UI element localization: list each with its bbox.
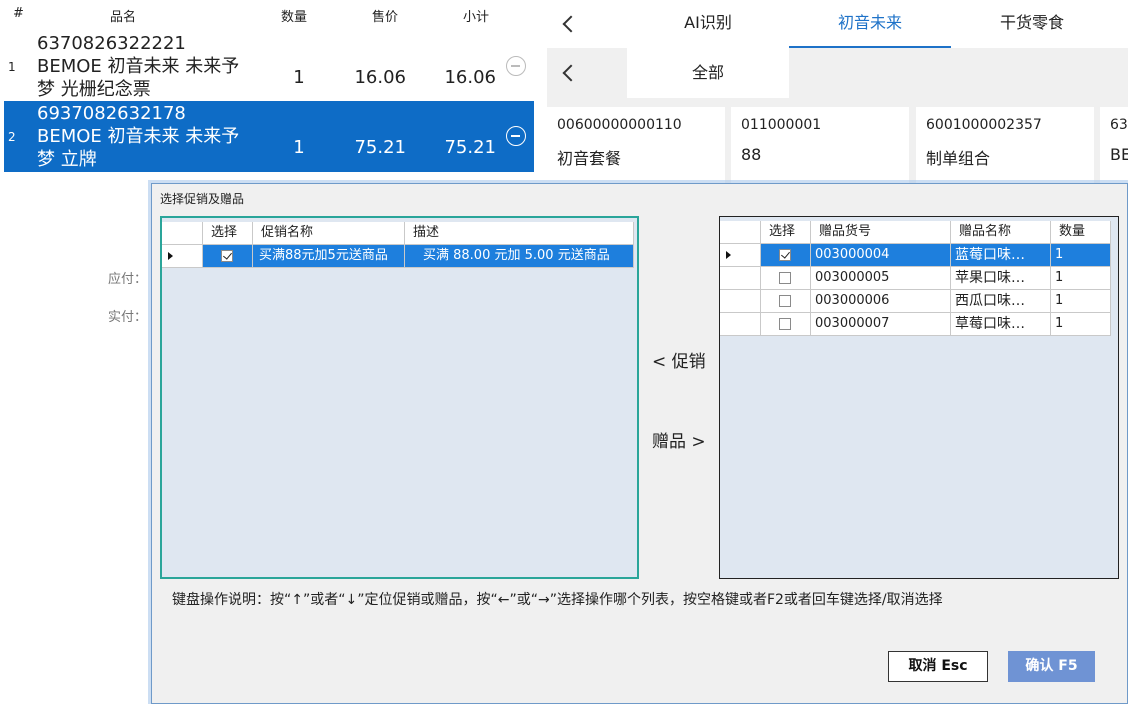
promo-gift-dialog: 选择促销及赠品 选择 促销名称 描述 买满88元加5元送商品 买满 88.00 … [151,183,1128,704]
gift-row-indicator [720,267,761,290]
product-code: 011000001 [741,117,822,133]
gift-code-cell[interactable]: 003000007 [811,313,951,336]
cancel-button[interactable]: 取消 Esc [888,651,988,682]
row-name: 6370826322221 BEMOE 初音未来 未来予梦 光栅纪念票 [37,33,240,100]
subcategory-bar: 全部 [547,48,1128,98]
product-name: 制单组合 [926,149,991,168]
col-price: 售价 [372,10,399,25]
product-card[interactable]: 6001000002357 制单组合 [916,107,1094,187]
gift-row-indicator [720,290,761,313]
row-index: 1 [8,60,16,74]
row-qty: 1 [293,67,305,88]
row-price: 16.06 [354,67,406,88]
gift-checkbox[interactable] [779,272,791,284]
gift-header-select: 选择 [761,221,811,244]
col-qty: 数量 [281,10,308,25]
gift-code-cell[interactable]: 003000006 [811,290,951,313]
gift-qty-cell[interactable]: 1 [1051,244,1111,267]
promo-grid[interactable]: 选择 促销名称 描述 买满88元加5元送商品 买满 88.00 元加 5.00 … [160,216,639,579]
row-price: 75.21 [354,137,406,158]
paid-label: 实付： [108,310,148,325]
gift-name-cell[interactable]: 苹果口味… [951,267,1051,290]
gift-row-indicator [720,313,761,336]
gift-header-code: 赠品货号 [811,221,951,244]
keyboard-help-text: 键盘操作说明：按“↑”或者“↓”定位促销或赠品，按“←”或“→”选择操作哪个列表… [172,592,943,608]
gift-qty-cell[interactable]: 1 [1051,313,1111,336]
gift-checkbox-cell[interactable] [761,244,811,267]
dialog-title: 选择促销及赠品 [160,192,245,206]
promo-header-select: 选择 [203,222,253,245]
product-card[interactable]: 00600000000110 初音套餐 [547,107,725,187]
gift-code-cell[interactable]: 003000005 [811,267,951,290]
payable-label: 应付： [108,272,148,287]
gift-checkbox[interactable] [779,249,791,261]
row-subtotal: 16.06 [444,67,496,88]
gift-checkbox[interactable] [779,295,791,307]
promo-checkbox-cell[interactable] [203,245,253,268]
gift-qty-cell[interactable]: 1 [1051,267,1111,290]
tab-hatsune-miku[interactable]: 初音未来 [789,0,951,48]
product-card[interactable]: 011000001 88 [731,107,909,187]
product-name: 初音套餐 [557,149,622,168]
promo-header-name: 促销名称 [253,222,405,245]
remove-item-icon[interactable] [506,126,526,146]
gift-code-cell[interactable]: 003000004 [811,244,951,267]
gift-checkbox[interactable] [779,318,791,330]
col-index: # [13,6,24,21]
gift-grid-corner [720,221,761,244]
promo-switch-link[interactable]: < 促销 [652,347,706,372]
product-name: BE [1110,145,1128,164]
row-name: 6937082632178 BEMOE 初音未来 未来予梦 立牌 [37,103,240,170]
row-subtotal: 75.21 [444,137,496,158]
promo-header-desc: 描述 [405,222,634,245]
cart-row[interactable]: 1 6370826322221 BEMOE 初音未来 未来予梦 光栅纪念票 1 … [4,31,534,101]
promo-desc-cell[interactable]: 买满 88.00 元加 5.00 元送商品 [405,245,634,268]
promo-checkbox[interactable] [221,250,233,262]
gift-name-cell[interactable]: 西瓜口味… [951,290,1051,313]
promo-row-indicator [162,245,203,268]
gift-grid[interactable]: 选择 赠品货号 赠品名称 数量 003000004 蓝莓口味… 1 003000… [719,216,1119,579]
pos-screen: # 品名 数量 售价 小计 1 6370826322221 BEMOE 初音未来… [0,0,1128,704]
cart-header: # 品名 数量 售价 小计 [0,0,534,30]
category-tabbar: AI识别 初音未来 干货零食 [547,0,1128,48]
product-card[interactable]: 63 BE [1100,107,1128,187]
sub-back-chevron-icon[interactable] [562,64,580,82]
gift-switch-link[interactable]: 赠品 > [652,427,706,452]
gift-row-indicator [720,244,761,267]
promo-grid-corner [162,222,203,245]
product-name: 88 [741,145,762,164]
col-name: 品名 [110,10,137,25]
confirm-button[interactable]: 确认 F5 [1008,651,1095,682]
gift-name-cell[interactable]: 草莓口味… [951,313,1051,336]
col-subtotal: 小计 [463,10,490,25]
gift-checkbox-cell[interactable] [761,313,811,336]
row-qty: 1 [293,137,305,158]
cart-row-selected[interactable]: 2 6937082632178 BEMOE 初音未来 未来予梦 立牌 1 75.… [4,101,534,172]
tab-ai[interactable]: AI识别 [627,0,789,48]
promo-name-cell[interactable]: 买满88元加5元送商品 [253,245,405,268]
tab-snacks[interactable]: 干货零食 [951,0,1113,48]
gift-header-qty: 数量 [1051,221,1111,244]
gift-checkbox-cell[interactable] [761,267,811,290]
back-chevron-icon[interactable] [562,15,580,33]
remove-item-icon[interactable] [506,56,526,76]
gift-name-cell[interactable]: 蓝莓口味… [951,244,1051,267]
product-code: 63 [1110,117,1128,133]
gift-checkbox-cell[interactable] [761,290,811,313]
product-code: 00600000000110 [557,117,682,133]
subtab-all[interactable]: 全部 [627,48,789,98]
gift-qty-cell[interactable]: 1 [1051,290,1111,313]
product-code: 6001000002357 [926,117,1042,133]
row-index: 2 [8,130,16,144]
gift-header-name: 赠品名称 [951,221,1051,244]
